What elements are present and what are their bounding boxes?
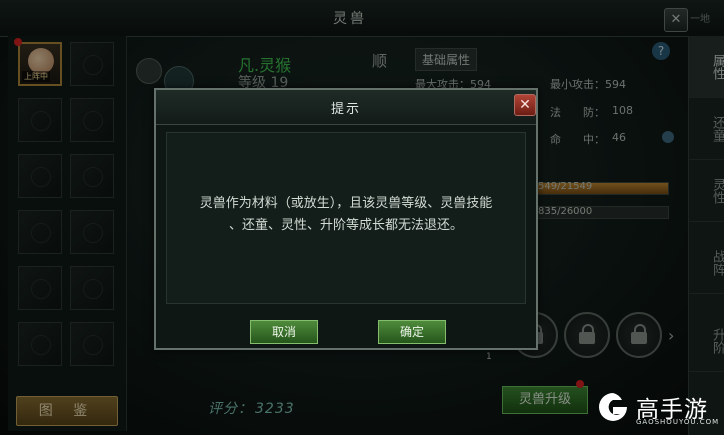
dialog-message: 灵兽作为材料（或放生），且该灵兽等级、灵兽技能 、还童、灵性、升阶等成长都无法退… (167, 193, 525, 237)
dialog-title: 提示 (330, 102, 361, 117)
game-screen: 灵兽 ✕ 一地 上阵中 图 鉴 凡.灵猴 等级 19 顺 基础属性 ? 最大攻击… (0, 0, 724, 435)
confirm-dialog: 提示 ✕ 灵兽作为材料（或放生），且该灵兽等级、灵兽技能 、还童、灵性、升阶等成… (154, 88, 538, 350)
brand-logo-icon (599, 393, 627, 421)
watermark: 高手游 GAOSHOUYOU.COM (596, 388, 720, 432)
watermark-url: GAOSHOUYOU.COM (636, 418, 720, 426)
dialog-message-line2: 、还童、灵性、升阶等成长都无法退还。 (228, 218, 463, 233)
dialog-header: 提示 ✕ (156, 90, 536, 125)
cancel-button[interactable]: 取消 (250, 320, 318, 344)
dialog-body: 灵兽作为材料（或放生），且该灵兽等级、灵兽技能 、还童、灵性、升阶等成长都无法退… (166, 132, 526, 304)
dialog-close-icon[interactable]: ✕ (514, 94, 536, 116)
confirm-button[interactable]: 确定 (378, 320, 446, 344)
dialog-message-line1: 灵兽作为材料（或放生），且该灵兽等级、灵兽技能 (199, 196, 493, 211)
